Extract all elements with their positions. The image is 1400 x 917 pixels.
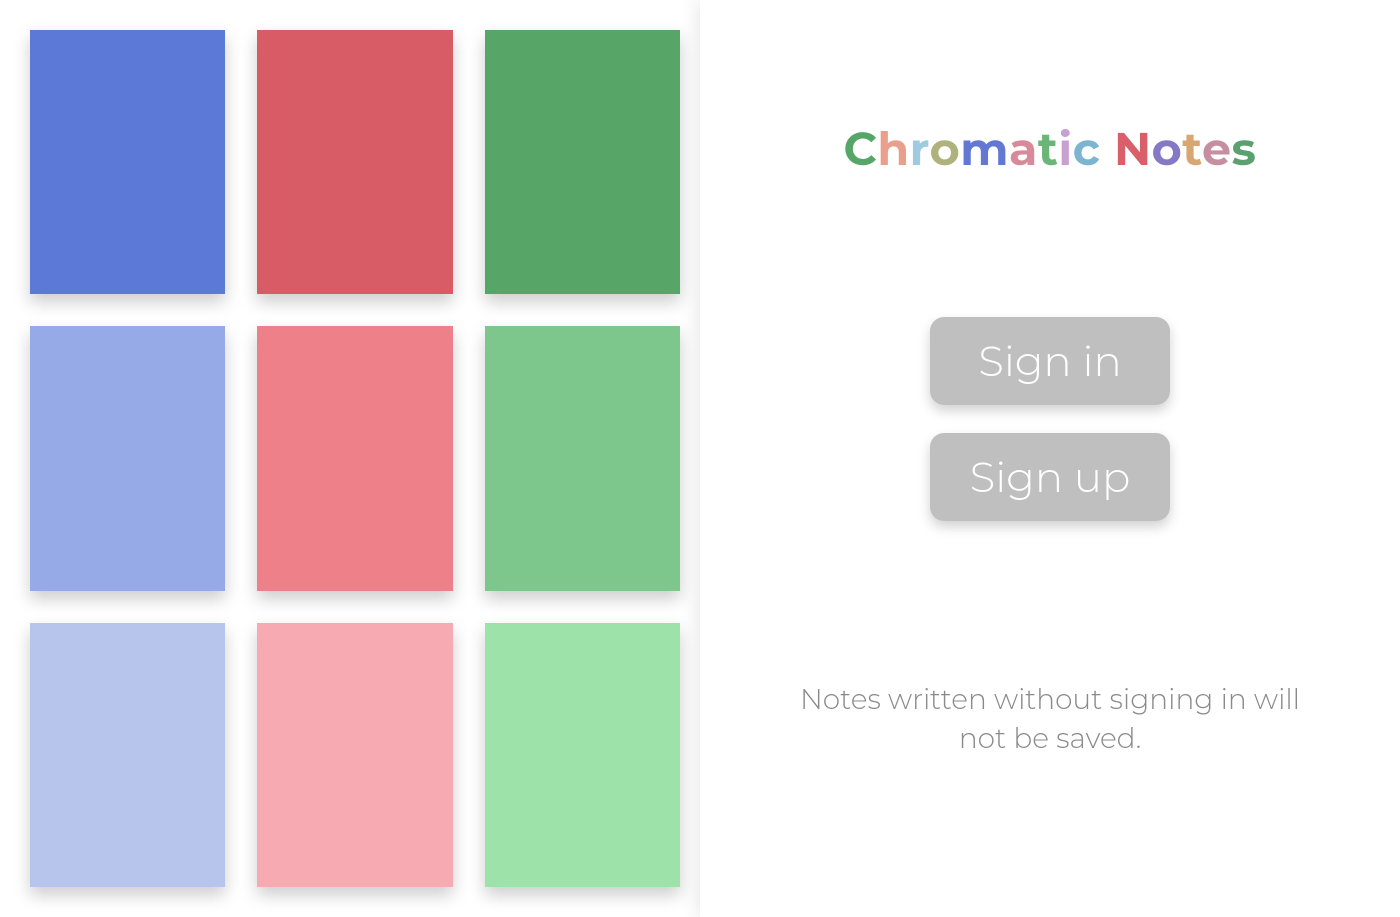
app-title: Chromatic Notes	[844, 120, 1257, 177]
disclaimer-text: Notes written without signing in will no…	[800, 681, 1300, 759]
auth-buttons: Sign in Sign up	[930, 317, 1171, 521]
color-grid	[30, 30, 680, 887]
color-tile-green-light[interactable]	[485, 623, 680, 887]
color-tile-red-mid[interactable]	[257, 326, 452, 590]
color-tile-green-mid[interactable]	[485, 326, 680, 590]
color-tile-blue-dark[interactable]	[30, 30, 225, 294]
auth-panel: Chromatic Notes Sign in Sign up Notes wr…	[700, 0, 1400, 917]
color-tile-green-dark[interactable]	[485, 30, 680, 294]
sign-in-button[interactable]: Sign in	[930, 317, 1171, 405]
color-tile-blue-mid[interactable]	[30, 326, 225, 590]
color-tile-red-light[interactable]	[257, 623, 452, 887]
sign-up-button[interactable]: Sign up	[930, 433, 1171, 521]
color-palette-panel	[0, 0, 700, 917]
color-tile-blue-light[interactable]	[30, 623, 225, 887]
color-tile-red-dark[interactable]	[257, 30, 452, 294]
